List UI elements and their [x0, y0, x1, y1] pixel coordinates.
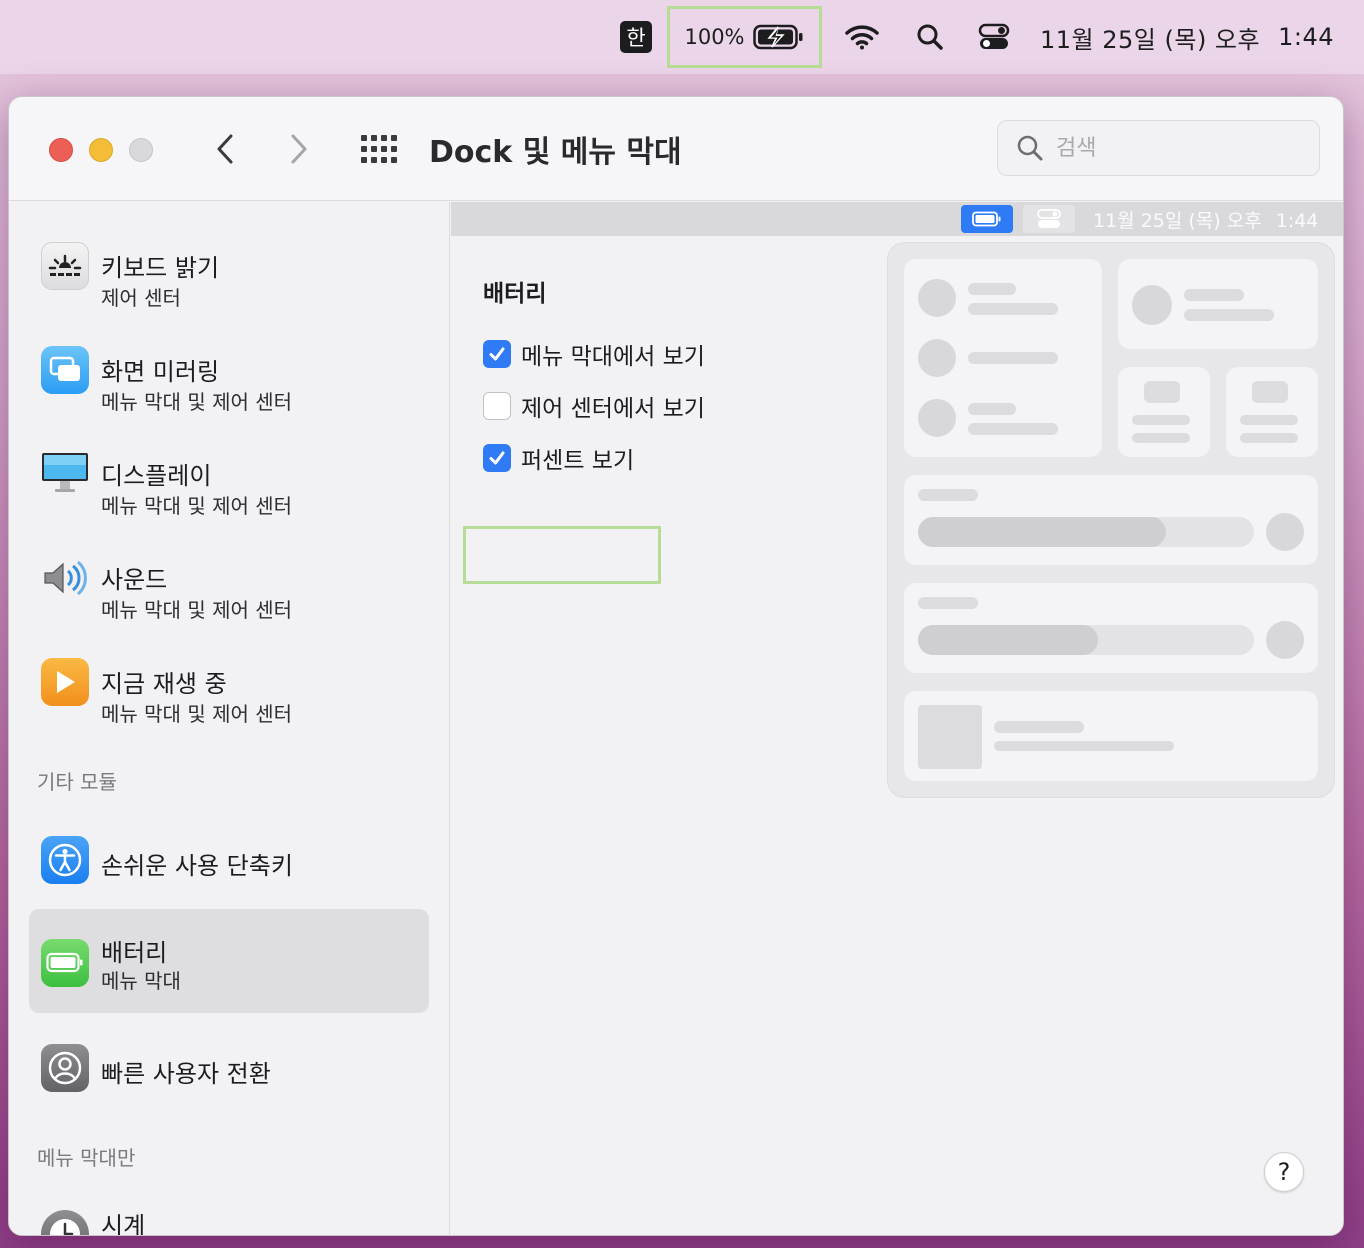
sidebar-item-subtitle: 메뉴 막대 — [101, 969, 181, 993]
preview-card-small-1 — [1118, 367, 1210, 457]
help-button[interactable]: ? — [1264, 1152, 1304, 1192]
checkbox-label: 퍼센트 보기 — [521, 448, 635, 474]
input-method-indicator[interactable]: 한 — [620, 21, 652, 53]
sidebar-item-display[interactable]: 디스플레이 메뉴 막대 및 제어 센터 — [29, 420, 429, 524]
sidebar-item-title: 배터리 — [101, 939, 168, 967]
chevron-left-icon — [217, 134, 233, 164]
menu-bar: 한 100% 11월 25일 (목) 오후 1:44 — [0, 0, 1364, 74]
chevron-right-icon — [291, 134, 307, 164]
sidebar-item-title: 시계 — [101, 1212, 146, 1236]
preview-card-small-2 — [1226, 367, 1318, 457]
sound-icon — [41, 554, 89, 602]
sidebar-item-title: 지금 재생 중 — [101, 670, 227, 698]
control-center-icon[interactable] — [975, 0, 1013, 74]
sidebar-item-subtitle: 제어 센터 — [101, 286, 181, 310]
clock-icon — [41, 1210, 89, 1235]
preview-card-sound-slider — [904, 583, 1318, 673]
sidebar-item-title: 손쉬운 사용 단축키 — [101, 852, 293, 880]
sidebar: 키보드 밝기 제어 센터 화면 미러링 메뉴 막대 및 제어 센터 디스플레이 … — [9, 202, 450, 1236]
search-field[interactable] — [997, 120, 1320, 176]
sidebar-item-title: 사운드 — [101, 566, 168, 594]
sidebar-item-battery[interactable]: 배터리 메뉴 막대 — [29, 909, 429, 1013]
preview-card-display-slider — [904, 475, 1318, 565]
battery-charging-icon — [752, 24, 803, 50]
section-header-menu-bar-only: 메뉴 막대만 — [37, 1146, 136, 1170]
sidebar-item-title: 화면 미러링 — [101, 358, 220, 386]
show-in-control-center-checkbox[interactable] — [483, 392, 511, 420]
system-preferences-window: Dock 및 메뉴 막대 키보드 밝기 제어 센터 화면 미러링 메뉴 막대 및… — [8, 96, 1344, 1236]
preview-time: 1:44 — [1275, 210, 1319, 232]
menubar-time: 1:44 — [1278, 23, 1334, 51]
preview-battery-icon — [961, 205, 1013, 233]
title-bar: Dock 및 메뉴 막대 — [9, 97, 1343, 201]
checkbox-label: 메뉴 막대에서 보기 — [521, 344, 705, 370]
option-show-in-control-center[interactable]: 제어 센터에서 보기 — [483, 386, 705, 426]
display-icon — [41, 448, 89, 496]
menubar-clock[interactable]: 11월 25일 (목) 오후 1:44 — [1040, 0, 1340, 74]
keyboard-brightness-icon — [41, 242, 89, 290]
user-switch-icon — [41, 1044, 89, 1092]
accessibility-icon — [41, 836, 89, 884]
battery-settings-pane: 11월 25일 (목) 오후 1:44 배터리 메뉴 막대에서 보기 제어 센터에… — [451, 202, 1343, 1235]
sidebar-item-subtitle: 메뉴 막대 및 제어 센터 — [101, 702, 293, 726]
search-icon[interactable] — [912, 0, 948, 74]
menubar-battery-status[interactable]: 100% — [667, 6, 822, 68]
forward-button[interactable] — [279, 129, 319, 169]
checkmark-icon — [489, 347, 505, 361]
sidebar-item-subtitle: 메뉴 막대 및 제어 센터 — [101, 390, 293, 414]
now-playing-icon — [41, 658, 89, 706]
search-input[interactable] — [1056, 135, 1296, 161]
minimize-window-button[interactable] — [89, 138, 113, 162]
preview-date: 11월 25일 (목) 오후 — [1093, 210, 1262, 232]
show-percentage-checkbox[interactable] — [483, 444, 511, 472]
section-header-other-modules: 기타 모듈 — [37, 770, 117, 794]
preview-card-connectivity — [904, 259, 1102, 457]
control-center-preview — [887, 242, 1335, 798]
sidebar-item-title: 키보드 밝기 — [101, 254, 220, 282]
menu-bar-preview: 11월 25일 (목) 오후 1:44 — [451, 202, 1343, 236]
zoom-window-button[interactable] — [129, 138, 153, 162]
checkbox-label: 제어 센터에서 보기 — [521, 396, 705, 422]
screen-mirroring-icon — [41, 346, 89, 394]
wifi-icon[interactable] — [842, 0, 882, 74]
sidebar-item-title: 빠른 사용자 전환 — [101, 1060, 271, 1088]
sidebar-item-keyboard-brightness[interactable]: 키보드 밝기 제어 센터 — [29, 212, 429, 316]
option-show-percentage[interactable]: 퍼센트 보기 — [483, 438, 634, 478]
sidebar-item-clock[interactable]: 시계 — [29, 1182, 429, 1236]
sidebar-item-accessibility-shortcuts[interactable]: 손쉬운 사용 단축키 — [29, 806, 429, 910]
preview-clock: 11월 25일 (목) 오후 1:44 — [1093, 206, 1318, 233]
sidebar-item-now-playing[interactable]: 지금 재생 중 메뉴 막대 및 제어 센터 — [29, 628, 429, 732]
sidebar-item-fast-user-switching[interactable]: 빠른 사용자 전환 — [29, 1014, 429, 1118]
sidebar-item-sound[interactable]: 사운드 메뉴 막대 및 제어 센터 — [29, 524, 429, 628]
show-in-menu-bar-checkbox[interactable] — [483, 340, 511, 368]
search-icon — [1017, 135, 1043, 161]
preview-control-center-icon — [1023, 205, 1075, 233]
show-all-grid-button[interactable] — [359, 133, 401, 167]
preview-card-focus — [1118, 259, 1318, 349]
grid-icon — [361, 135, 397, 163]
sidebar-item-subtitle: 메뉴 막대 및 제어 센터 — [101, 598, 293, 622]
section-heading-battery: 배터리 — [483, 281, 547, 307]
highlight-box — [463, 526, 661, 584]
close-window-button[interactable] — [49, 138, 73, 162]
battery-percent-text: 100% — [684, 25, 745, 49]
sidebar-item-screen-mirroring[interactable]: 화면 미러링 메뉴 막대 및 제어 센터 — [29, 316, 429, 420]
back-button[interactable] — [205, 129, 245, 169]
sidebar-item-subtitle: 메뉴 막대 및 제어 센터 — [101, 494, 293, 518]
battery-icon — [41, 939, 89, 987]
option-show-in-menu-bar[interactable]: 메뉴 막대에서 보기 — [483, 334, 705, 374]
sidebar-item-title: 디스플레이 — [101, 462, 212, 490]
checkmark-icon — [489, 451, 505, 465]
window-title: Dock 및 메뉴 막대 — [429, 135, 682, 170]
preview-card-now-playing — [904, 691, 1318, 781]
menubar-date: 11월 25일 (목) 오후 — [1040, 25, 1261, 54]
